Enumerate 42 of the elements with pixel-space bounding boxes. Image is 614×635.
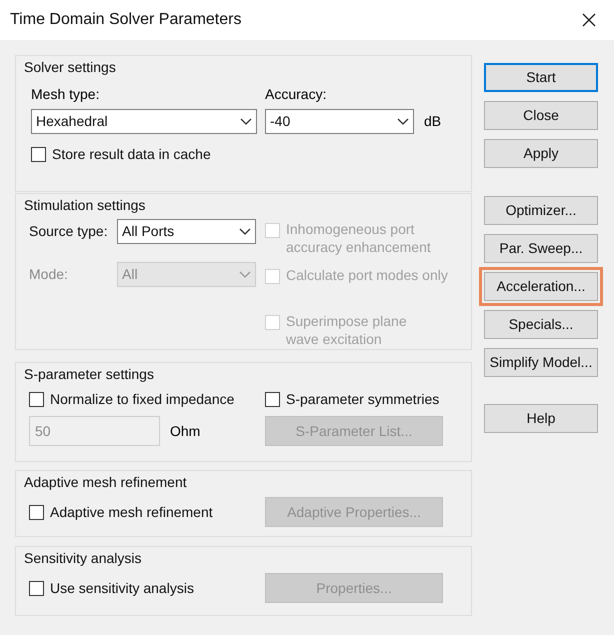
checkbox[interactable] (29, 581, 44, 596)
unit-label: dB (424, 112, 442, 131)
group-title: Stimulation settings (24, 196, 146, 214)
close-icon[interactable] (582, 13, 596, 27)
dialog-button[interactable]: Apply (484, 139, 598, 168)
checkbox[interactable] (265, 392, 280, 407)
field-label: Mode: (29, 265, 69, 284)
checkbox-label: Use sensitivity analysis (50, 579, 194, 598)
chevron-icon (240, 118, 252, 126)
chevron-icon (397, 118, 409, 126)
group-title: Adaptive mesh refinement (24, 473, 188, 491)
dialog-button[interactable]: Start (484, 63, 598, 92)
window-title: Time Domain Solver Parameters (10, 10, 242, 30)
dropdown[interactable]: Hexahedral (31, 109, 257, 134)
field-label: Accuracy: (265, 85, 328, 104)
dialog-button[interactable]: Par. Sweep... (484, 234, 598, 263)
checkbox-label: Adaptive mesh refinement (50, 503, 213, 522)
checkbox-label: S-parameter symmetries (286, 390, 440, 409)
group-title: S-parameter settings (24, 365, 155, 383)
checkbox-label: Inhomogeneous port accuracy enhancement (286, 220, 431, 256)
group-title: Sensitivity analysis (24, 549, 142, 567)
dropdown[interactable]: All Ports (117, 219, 256, 244)
checkbox[interactable] (29, 392, 44, 407)
field-label: Mesh type: (31, 85, 100, 104)
dialog-button[interactable]: Optimizer... (484, 196, 598, 225)
checkbox-label: Normalize to fixed impedance (50, 390, 234, 409)
chevron-icon (239, 228, 251, 236)
dialog-button[interactable]: Help (484, 404, 598, 433)
unit-label: Ohm (170, 422, 200, 440)
checkbox-label: Superimpose plane wave excitation (286, 312, 407, 348)
group-title: Solver settings (24, 58, 117, 76)
dialog-button[interactable]: Close (484, 101, 598, 130)
checkbox[interactable] (31, 147, 46, 162)
checkbox-label: Calculate port modes only (286, 266, 448, 284)
chevron-icon (239, 270, 251, 278)
checkbox-label: Store result data in cache (52, 145, 211, 164)
dialog-button[interactable]: Specials... (484, 310, 598, 339)
field-label: Source type: (29, 222, 109, 241)
dialog-button[interactable]: Simplify Model... (484, 348, 598, 377)
dropdown[interactable]: -40 (265, 109, 414, 134)
dialog-button[interactable]: Acceleration... (484, 272, 598, 301)
checkbox[interactable] (29, 505, 44, 520)
